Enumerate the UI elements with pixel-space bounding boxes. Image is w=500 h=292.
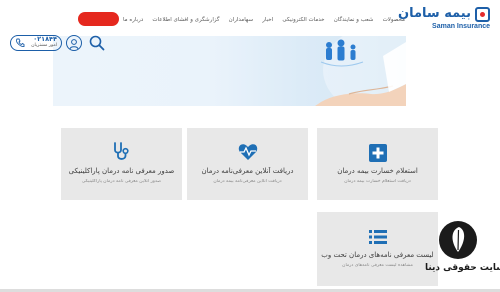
stethoscope-icon <box>114 142 129 160</box>
heartbeat-icon <box>238 144 258 160</box>
card-title: استعلام خسارت بیمه درمان <box>337 167 418 175</box>
card-title: لیست معرفی نامه‌های درمان تحت وب <box>321 251 434 259</box>
card-subtitle: صدور آنلاین معرفی نامه درمان پاراکلینیکی <box>81 179 162 184</box>
watermark-logo: سایت حقوقی دینا <box>425 221 500 291</box>
watermark-text: سایت حقوقی دینا <box>425 263 500 273</box>
phone-caption: امور مشتریان <box>31 43 57 48</box>
logo-mark-icon <box>475 7 490 22</box>
search-icon <box>89 35 105 51</box>
main-nav: محصولات شعب و نمایندگان خدمات الکترونیکی… <box>123 13 405 27</box>
card-online-referral[interactable]: دریافت آنلاین معرفی‌نامه درمان دریافت آن… <box>187 128 308 200</box>
phone-icon <box>16 38 25 47</box>
logo-text-en: Saman Insurance <box>432 23 490 30</box>
quill-icon <box>439 221 477 259</box>
logo-text-fa: بیمه سامان <box>397 6 471 21</box>
user-icon <box>69 39 79 50</box>
plus-icon <box>369 144 387 162</box>
nav-item-news[interactable]: اخبار <box>262 13 273 27</box>
search-button[interactable] <box>88 34 106 52</box>
nav-item-products[interactable]: محصولات <box>383 13 405 27</box>
card-subtitle: مشاهده لیست معرفی نامه‌های درمان <box>342 263 413 268</box>
nav-item-branches[interactable]: شعب و نمایندگان <box>334 13 374 27</box>
nav-item-shareholders[interactable]: سهامداران <box>229 13 253 27</box>
card-title: صدور معرفی نامه درمان پاراکلینیکی <box>68 167 175 175</box>
user-account-button[interactable] <box>66 35 82 51</box>
card-claim-inquiry[interactable]: استعلام خسارت بیمه درمان دریافت استعلام … <box>317 128 438 200</box>
card-subtitle: دریافت استعلام خسارت بیمه درمان <box>344 179 411 184</box>
saman-logo[interactable]: بیمه سامان Saman Insurance <box>397 6 490 33</box>
card-referral-list[interactable]: لیست معرفی نامه‌های درمان تحت وب مشاهده … <box>317 212 438 286</box>
nav-item-about[interactable]: درباره ما <box>123 13 143 27</box>
top-bar: بیمه سامان Saman Insurance محصولات شعب و… <box>0 0 500 36</box>
list-icon <box>369 230 387 244</box>
phone-contact[interactable]: ۰۲۱۸۴۴ امور مشتریان <box>10 35 62 51</box>
card-paraclinical-referral[interactable]: صدور معرفی نامه درمان پاراکلینیکی صدور آ… <box>61 128 182 200</box>
nav-item-e-services[interactable]: خدمات الکترونیکی <box>282 13 324 27</box>
nav-item-reporting[interactable]: گزارشگری و افشای اطلاعات <box>152 13 219 27</box>
highlight-button[interactable] <box>78 12 119 26</box>
card-title: دریافت آنلاین معرفی‌نامه درمان <box>201 167 294 175</box>
card-subtitle: دریافت آنلاین معرفی‌نامه بیمه درمان <box>213 179 282 184</box>
phone-number: ۰۲۱۸۴۴ <box>33 35 57 43</box>
